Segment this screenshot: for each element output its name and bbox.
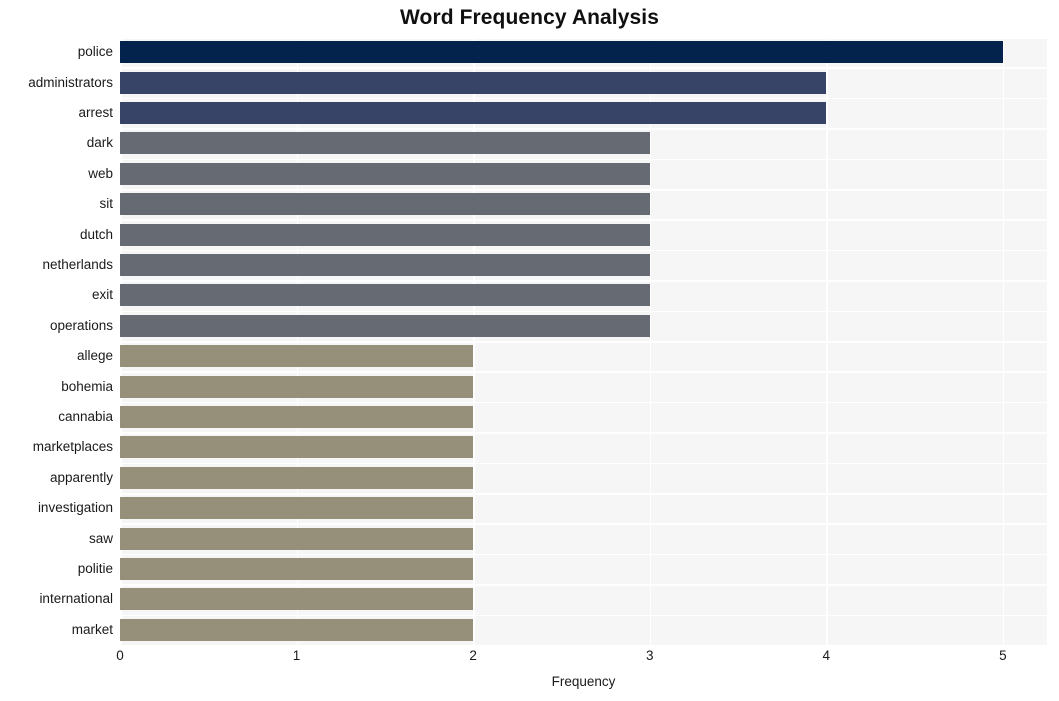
bar[interactable] — [120, 466, 474, 489]
bar[interactable] — [120, 223, 650, 246]
y-axis-tick-label: investigation — [37, 500, 113, 516]
y-axis-tick-label: apparently — [49, 469, 113, 485]
y-axis-tick-label: web — [88, 165, 113, 181]
plot-area — [120, 37, 1047, 647]
y-axis-tick-label: saw — [88, 530, 113, 546]
y-gridline — [120, 280, 1047, 282]
y-axis-tick-label: allege — [76, 348, 113, 364]
y-gridline — [120, 493, 1047, 495]
y-gridline — [120, 341, 1047, 343]
bar[interactable] — [120, 497, 474, 520]
y-axis-tick-label: marketplaces — [32, 439, 113, 455]
bar[interactable] — [120, 436, 474, 459]
bar[interactable] — [120, 132, 650, 155]
y-axis-tick-label: police — [77, 44, 113, 60]
y-gridline — [120, 432, 1047, 434]
y-gridline — [120, 310, 1047, 313]
bar[interactable] — [120, 41, 1003, 64]
y-axis-tick-label: dark — [86, 135, 113, 151]
y-gridline — [120, 97, 1047, 100]
bar[interactable] — [120, 588, 474, 611]
bar[interactable] — [120, 375, 474, 398]
y-gridline — [120, 462, 1047, 465]
y-gridline — [120, 553, 1047, 556]
x-axis-tick-label: 1 — [292, 648, 301, 663]
bar[interactable] — [120, 284, 650, 307]
x-axis-tick-labels: 0 1 2 3 4 5 — [0, 648, 1059, 670]
bar[interactable] — [120, 618, 474, 641]
bar[interactable] — [120, 314, 650, 337]
y-axis-tick-label: netherlands — [42, 257, 113, 272]
y-axis-tick-label: administrators — [28, 74, 113, 90]
bar[interactable] — [120, 254, 650, 276]
y-gridline — [120, 371, 1047, 373]
y-axis-tick-label: cannabia — [58, 409, 113, 424]
y-axis-tick-label: bohemia — [61, 378, 113, 394]
y-gridline — [120, 128, 1047, 130]
y-gridline — [120, 523, 1047, 525]
bar[interactable] — [120, 406, 474, 428]
y-axis-labels: police administrators arrest dark web sit dutc… — [0, 37, 113, 645]
y-axis-tick-label: operations — [49, 317, 113, 333]
y-gridline — [120, 249, 1047, 252]
y-axis-tick-label: dutch — [79, 226, 113, 242]
x-axis-tick-label: 3 — [645, 648, 654, 663]
bar[interactable] — [120, 345, 474, 368]
y-axis-tick-label: market — [71, 621, 113, 637]
y-gridline — [120, 67, 1047, 69]
bar[interactable] — [120, 71, 827, 94]
y-gridline — [120, 645, 1047, 647]
x-axis-tick-label: 0 — [116, 648, 124, 663]
chart-title: Word Frequency Analysis — [399, 6, 660, 29]
y-gridline — [120, 401, 1047, 404]
x-axis-tick-label: 5 — [999, 648, 1007, 663]
y-axis-tick-label: politie — [77, 561, 113, 576]
bar[interactable] — [120, 193, 650, 216]
bar[interactable] — [120, 527, 474, 550]
y-gridline — [120, 158, 1047, 161]
y-gridline — [120, 584, 1047, 586]
y-gridline — [120, 37, 1047, 39]
y-gridline — [120, 614, 1047, 617]
y-axis-tick-label: sit — [99, 196, 114, 212]
x-axis-title: Frequency — [551, 674, 616, 689]
y-gridline — [120, 219, 1047, 221]
bar[interactable] — [120, 558, 474, 580]
bar[interactable] — [120, 102, 827, 124]
bar[interactable] — [120, 162, 650, 185]
y-axis-tick-label: exit — [91, 287, 113, 303]
word-frequency-chart-figure: Word Frequency Analysis police administra… — [0, 0, 1059, 701]
y-axis-tick-label: arrest — [78, 105, 113, 120]
x-axis-tick-label: 2 — [469, 648, 477, 663]
x-axis-tick-label: 4 — [822, 648, 831, 663]
y-gridline — [120, 189, 1047, 191]
y-axis-tick-label: international — [39, 591, 113, 607]
